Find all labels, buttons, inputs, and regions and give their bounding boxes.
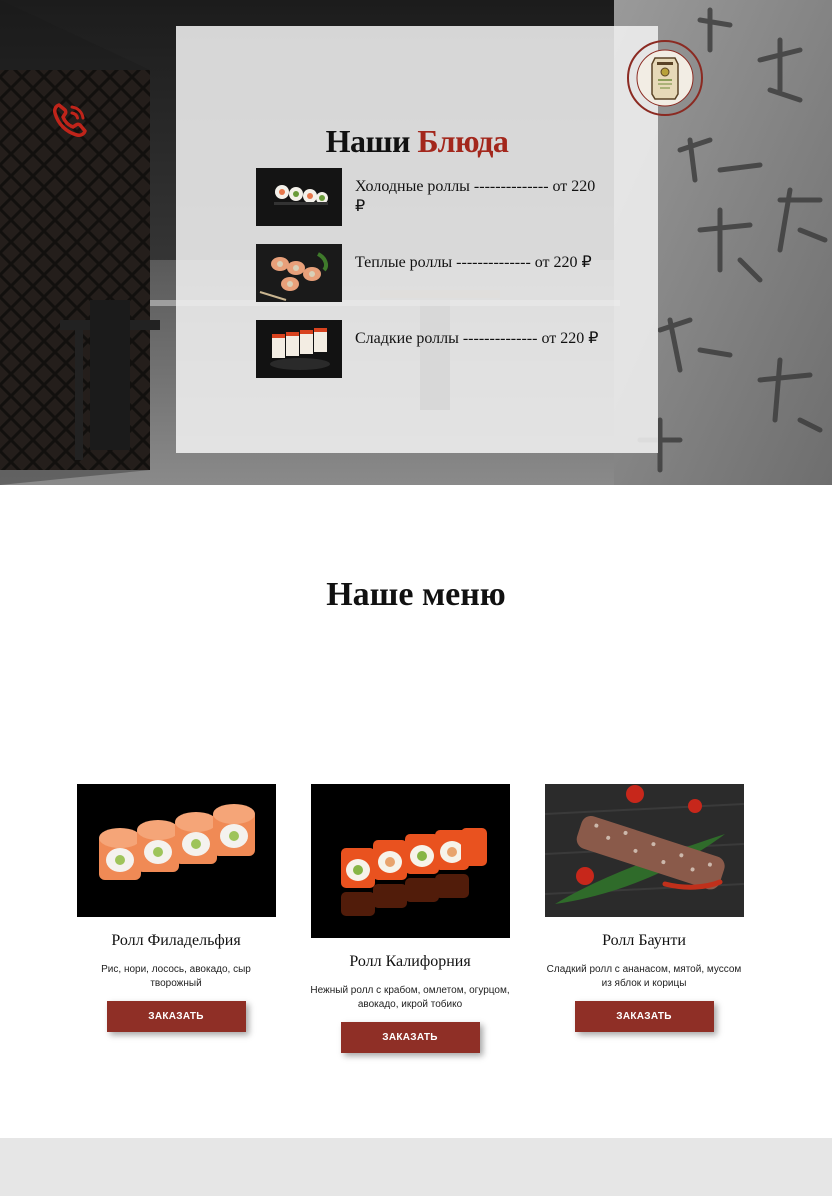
philadelphia-roll-name: Ролл Филадельфия <box>111 932 241 949</box>
philadelphia-roll-description: Рис, нори, лосось, авокадо, сыр творожны… <box>101 964 251 989</box>
philadelphia-roll-image[interactable] <box>77 784 276 917</box>
dish-category-cold-rolls[interactable]: Холодные роллы -------------- от 220 ₽ <box>256 168 606 226</box>
california-roll-name: Ролл Калифорния <box>349 953 471 970</box>
title-accent-word: Блюда <box>417 123 509 159</box>
cold-rolls-thumbnail <box>256 168 342 226</box>
order-bounty-button[interactable]: ЗАКАЗАТЬ <box>574 1001 714 1032</box>
order-philadelphia-button[interactable]: ЗАКАЗАТЬ <box>106 1001 246 1032</box>
hero-section: Наши Блюда Холодные роллы --------------… <box>0 0 832 485</box>
menu-card-philadelphia: Ролл Филадельфия Рис, нори, лосось, авок… <box>71 784 281 1032</box>
footer-band <box>0 1138 832 1196</box>
bounty-roll-description: Сладкий ролл с ананасом, мятой, муссом и… <box>546 964 742 989</box>
warm-rolls-thumbnail <box>256 244 342 302</box>
order-california-button[interactable]: ЗАКАЗАТЬ <box>340 1022 480 1053</box>
restaurant-logo[interactable] <box>627 40 703 116</box>
dish-category-sweet-rolls[interactable]: Сладкие роллы -------------- от 220 ₽ <box>256 320 606 378</box>
restaurant-logo-icon <box>636 49 694 107</box>
california-roll-image[interactable] <box>311 784 510 938</box>
phone-icon <box>53 103 87 137</box>
our-dishes-title: Наши Блюда <box>176 123 658 160</box>
title-main-word: Наши <box>325 123 411 159</box>
our-dishes-panel: Наши Блюда Холодные роллы --------------… <box>176 26 658 453</box>
menu-card-bounty: Ролл Баунти Сладкий ролл с ананасом, мят… <box>539 784 749 1032</box>
bounty-roll-name: Ролл Баунти <box>602 932 686 949</box>
menu-card-california: Ролл Калифорния Нежный ролл с крабом, ом… <box>305 784 515 1053</box>
phone-call-button[interactable] <box>50 100 90 140</box>
sweet-rolls-label: Сладкие роллы -------------- от 220 ₽ <box>355 330 599 347</box>
warm-rolls-label: Теплые роллы -------------- от 220 ₽ <box>355 254 592 271</box>
sweet-rolls-thumbnail <box>256 320 342 378</box>
cold-rolls-label: Холодные роллы -------------- от 220 ₽ <box>355 178 596 215</box>
dish-category-warm-rolls[interactable]: Теплые роллы -------------- от 220 ₽ <box>256 244 606 302</box>
our-menu-title: Наше меню <box>326 576 506 613</box>
california-roll-description: Нежный ролл с крабом, омлетом, огурцом, … <box>310 985 510 1010</box>
bounty-roll-image[interactable] <box>545 784 744 917</box>
